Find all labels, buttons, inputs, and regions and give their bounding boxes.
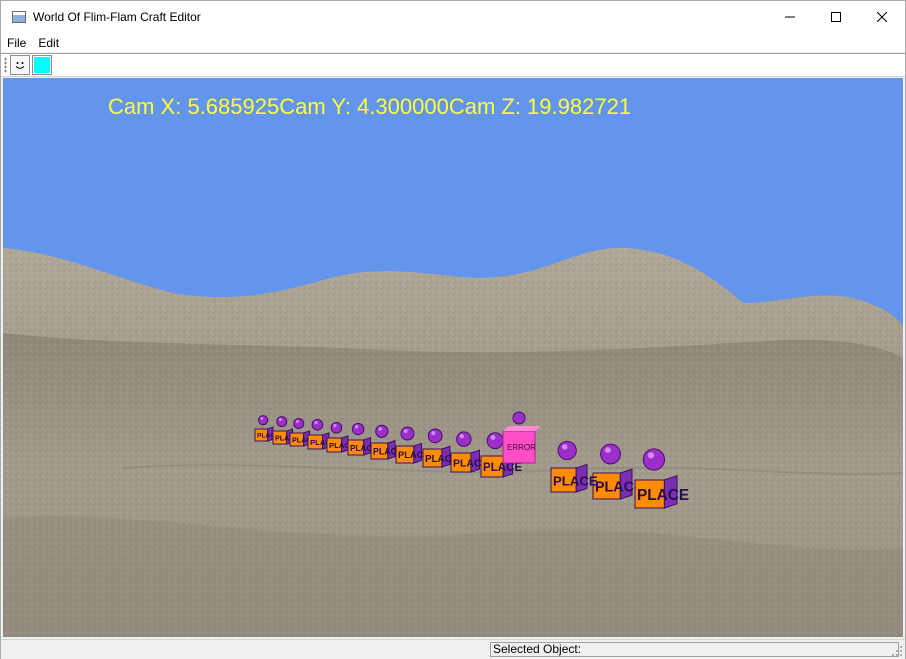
sphere xyxy=(400,426,415,441)
sphere xyxy=(375,424,389,438)
window-title: World Of Flim-Flam Craft Editor xyxy=(33,10,201,24)
sphere xyxy=(456,431,472,447)
minimize-icon xyxy=(785,16,795,18)
sphere xyxy=(600,443,621,465)
block-label: PLACE xyxy=(483,462,522,474)
camera-readout: Cam X: 5.685925Cam Y: 4.300000Cam Z: 19.… xyxy=(108,94,632,119)
block-label: PLACE xyxy=(553,473,598,488)
smiley-button[interactable] xyxy=(10,55,30,75)
menu-edit[interactable]: Edit xyxy=(32,36,65,50)
sphere xyxy=(486,432,504,450)
scene-render: PLACEPLACEPLACEPLACEPLACEPLACEPLACEPLACE… xyxy=(3,78,903,637)
minimize-button[interactable] xyxy=(767,1,813,33)
title-bar[interactable]: World Of Flim-Flam Craft Editor xyxy=(1,1,905,33)
resize-grip-icon[interactable] xyxy=(891,645,903,657)
smiley-icon xyxy=(15,62,25,69)
sphere xyxy=(557,440,577,461)
scene-viewport[interactable]: PLACE PLACE PLACE PLACE PLACE PLACE PLACE PLACE… xyxy=(3,78,903,637)
menu-bar: File Edit xyxy=(1,33,905,52)
status-bar: Selected Object: xyxy=(1,639,905,659)
sphere xyxy=(330,421,343,434)
menu-file[interactable]: File xyxy=(1,36,32,50)
block-label: PLACE xyxy=(637,487,689,504)
color-picker-button[interactable] xyxy=(32,55,52,75)
maximize-icon xyxy=(831,12,841,22)
selected-object-pane: Selected Object: xyxy=(490,642,899,657)
toolbar-grip[interactable] xyxy=(4,57,7,73)
selected-block-label: ERROR xyxy=(507,443,536,452)
sphere xyxy=(512,411,526,425)
maximize-button[interactable] xyxy=(813,1,859,33)
sphere xyxy=(258,415,269,426)
close-icon xyxy=(877,12,887,22)
app-window: World Of Flim-Flam Craft Editor File Edi… xyxy=(0,0,906,659)
toolbar xyxy=(1,53,905,77)
close-button[interactable] xyxy=(859,1,905,33)
sphere xyxy=(276,416,288,427)
caption-buttons xyxy=(767,1,905,33)
sphere xyxy=(642,448,666,471)
sphere xyxy=(311,418,324,431)
app-icon xyxy=(12,11,26,23)
sphere xyxy=(293,418,305,429)
sphere xyxy=(427,428,443,444)
color-swatch xyxy=(34,57,50,73)
sphere xyxy=(351,422,365,436)
